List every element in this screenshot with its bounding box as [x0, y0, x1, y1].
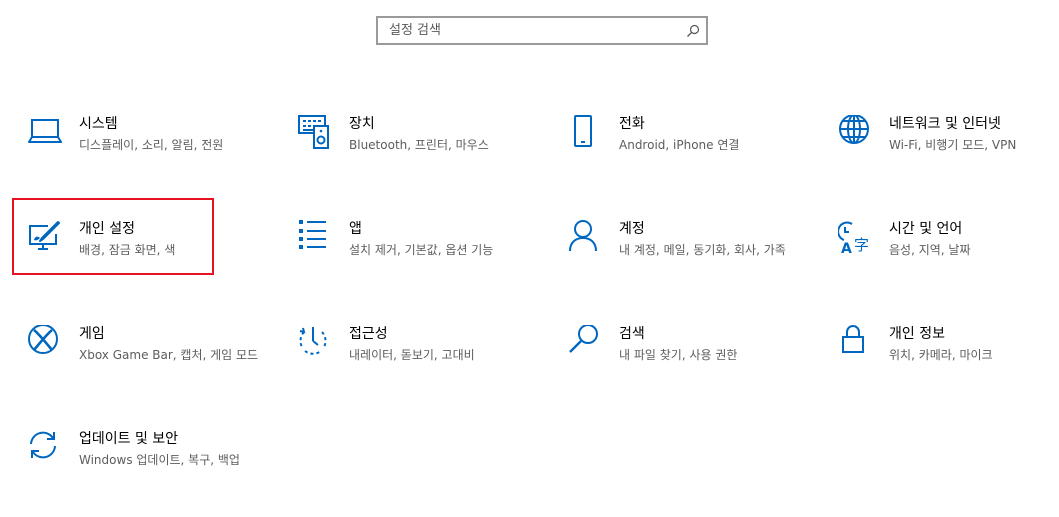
tile-title: 계정 [619, 221, 645, 237]
tile-accounts[interactable]: 계정 내 계정, 메일, 동기화, 회사, 가족 [568, 220, 788, 290]
tile-description: Windows 업데이트, 복구, 백업 [79, 453, 240, 467]
search-icon[interactable] [686, 24, 700, 38]
tile-title: 시간 및 언어 [889, 221, 963, 237]
person-icon [568, 220, 602, 254]
tile-title: 게임 [79, 326, 105, 342]
ease-of-access-icon [298, 325, 332, 359]
magnifier-icon [568, 325, 602, 359]
tile-description: 배경, 잠금 화면, 색 [79, 243, 176, 257]
personalization-icon [28, 220, 62, 254]
tile-title: 시스템 [79, 116, 118, 132]
tile-system[interactable]: 시스템 디스플레이, 소리, 알림, 전원 [28, 115, 248, 185]
tile-description: 음성, 지역, 날짜 [889, 243, 971, 257]
xbox-icon [28, 325, 62, 359]
search-box[interactable] [376, 16, 708, 45]
tile-devices[interactable]: 장치 Bluetooth, 프린터, 마우스 [298, 115, 518, 185]
tile-description: Wi-Fi, 비행기 모드, VPN [889, 138, 1017, 152]
tile-title: 앱 [349, 221, 362, 237]
globe-icon [838, 115, 872, 149]
keyboard-speaker-icon [298, 115, 332, 149]
tile-title: 업데이트 및 보안 [79, 431, 179, 447]
tile-time-language[interactable]: A字 시간 및 언어 음성, 지역, 날짜 [838, 220, 1058, 290]
tile-search[interactable]: 검색 내 파일 찾기, 사용 권한 [568, 325, 788, 395]
svg-text:字: 字 [854, 236, 869, 254]
tile-description: 설치 제거, 기본값, 옵션 기능 [349, 243, 494, 257]
lock-icon [838, 325, 872, 359]
tile-network[interactable]: 네트워크 및 인터넷 Wi-Fi, 비행기 모드, VPN [838, 115, 1058, 185]
tile-title: 네트워크 및 인터넷 [889, 116, 1001, 132]
tile-privacy[interactable]: 개인 정보 위치, 카메라, 마이크 [838, 325, 1058, 395]
tile-title: 검색 [619, 326, 645, 342]
tile-title: 개인 설정 [79, 221, 135, 237]
tile-description: Xbox Game Bar, 캡처, 게임 모드 [79, 348, 259, 362]
svg-text:A: A [841, 241, 852, 254]
tile-personalization[interactable]: 개인 설정 배경, 잠금 화면, 색 [28, 220, 248, 290]
tile-ease-of-access[interactable]: 접근성 내레이터, 돋보기, 고대비 [298, 325, 518, 395]
tile-description: 내 파일 찾기, 사용 권한 [619, 348, 738, 362]
tile-description: 내레이터, 돋보기, 고대비 [349, 348, 475, 362]
tile-title: 개인 정보 [889, 326, 945, 342]
tile-description: 디스플레이, 소리, 알림, 전원 [79, 138, 224, 152]
tile-apps[interactable]: 앱 설치 제거, 기본값, 옵션 기능 [298, 220, 518, 290]
laptop-icon [28, 115, 62, 149]
time-language-icon: A字 [838, 220, 872, 254]
sync-icon [28, 430, 62, 464]
search-input[interactable] [378, 18, 678, 43]
tile-title: 접근성 [349, 326, 388, 342]
tile-description: Android, iPhone 연결 [619, 138, 740, 152]
tile-description: 위치, 카메라, 마이크 [889, 348, 993, 362]
tile-description: Bluetooth, 프린터, 마우스 [349, 138, 489, 152]
tile-gaming[interactable]: 게임 Xbox Game Bar, 캡처, 게임 모드 [28, 325, 258, 395]
tile-title: 전화 [619, 116, 645, 132]
tile-description: 내 계정, 메일, 동기화, 회사, 가족 [619, 243, 786, 257]
tile-update-security[interactable]: 업데이트 및 보안 Windows 업데이트, 복구, 백업 [28, 430, 248, 500]
apps-list-icon [298, 220, 332, 254]
tile-title: 장치 [349, 116, 375, 132]
phone-icon [568, 115, 602, 149]
tile-phone[interactable]: 전화 Android, iPhone 연결 [568, 115, 788, 185]
